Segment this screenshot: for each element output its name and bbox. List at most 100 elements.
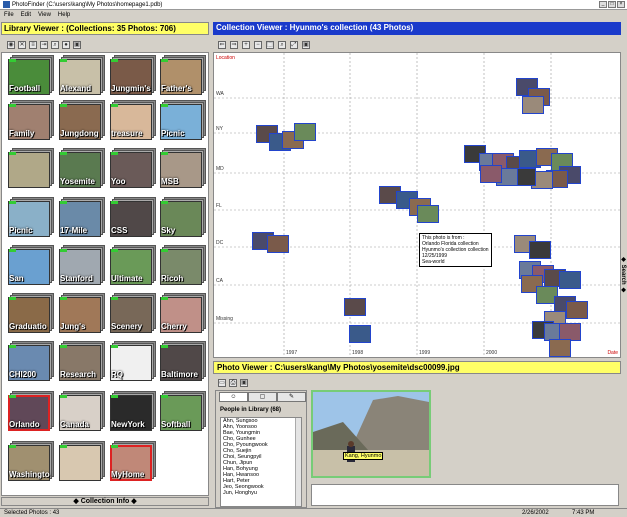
collection-tag [161, 395, 168, 398]
people-scrollbar[interactable] [295, 418, 301, 506]
magnify-icon[interactable]: ⌕ [278, 40, 286, 49]
zoom-out-icon[interactable]: − [254, 40, 262, 49]
collection-item[interactable]: MyHome [110, 441, 156, 482]
selected-count: Selected Photos : 43 [4, 510, 60, 516]
minimize-button[interactable]: _ [599, 1, 607, 8]
print-icon[interactable]: ⎙ [229, 378, 237, 387]
resize-icon[interactable]: ⤢ [290, 40, 298, 49]
tab-pages[interactable]: ▢ [248, 392, 277, 402]
window-icon[interactable]: ▣ [240, 378, 248, 387]
people-list[interactable]: Ahn, Sungsoo Ahn, Yoonsoo Bae, Youngmin Cho… [220, 417, 302, 507]
tab-tools[interactable]: ✎ [277, 392, 306, 402]
collection-scatter-plot[interactable]: Location Date WA NY MD FL DC CA Missing 1997 19… [213, 52, 621, 358]
zoom-in-icon[interactable]: + [242, 40, 250, 49]
person-list-item[interactable]: Jun, Honghyu [223, 490, 301, 496]
maximize-button[interactable]: □ [608, 1, 616, 8]
collection-item[interactable]: Orlando [8, 391, 54, 432]
search-tab[interactable]: ◆ Search ◆ [620, 230, 627, 320]
photo-tooltip: This photo is from : Orlando Florida col… [419, 233, 492, 267]
photo-thumbnail[interactable] [529, 241, 551, 259]
photo-thumbnail[interactable] [349, 325, 371, 343]
photo-thumbnail[interactable] [566, 301, 588, 319]
tooltip-line: Sea-world [422, 259, 445, 265]
collection-item[interactable]: Jung's [59, 293, 105, 334]
export-icon[interactable]: ⇥ [40, 40, 48, 49]
collection-item[interactable]: 17-Mile [59, 197, 105, 238]
collection-item[interactable]: Family [8, 100, 54, 141]
collection-label: Football [9, 84, 41, 93]
photo-thumbnail[interactable] [344, 298, 366, 316]
collection-item[interactable]: Father's [160, 55, 206, 96]
collection-item[interactable]: treasure [110, 100, 156, 141]
collection-item[interactable]: Sky [160, 197, 206, 238]
title-bar: PhotoFinder (C:\users\kang\My Photos\hom… [0, 0, 627, 10]
collection-item[interactable]: Canada [59, 391, 105, 432]
people-list-title: People in Library (68) [220, 407, 282, 413]
collection-item[interactable]: Stanford [59, 245, 105, 286]
tab-people[interactable]: ☺ [219, 392, 248, 402]
photo-thumbnail[interactable] [549, 339, 571, 357]
collection-item[interactable] [8, 148, 54, 189]
collection-thumbnail [8, 152, 50, 188]
search-icon[interactable]: ⌕ [51, 40, 59, 49]
collection-info-button[interactable]: ◆ Collection Info ◆ [1, 497, 209, 506]
menu-edit[interactable]: Edit [21, 12, 31, 18]
close-button[interactable]: × [617, 1, 625, 8]
collection-item[interactable]: Yosemite [59, 148, 105, 189]
collection-item[interactable]: San [8, 245, 54, 286]
photo-thumbnail[interactable] [480, 165, 502, 183]
collection-item[interactable]: Graduatio [8, 293, 54, 334]
collection-item[interactable]: NewYork [110, 391, 156, 432]
collection-tag [9, 345, 16, 348]
menu-help[interactable]: Help [58, 12, 70, 18]
collection-label: Softball [161, 420, 191, 429]
person-tag-label[interactable]: Kang, Hyunmo [343, 452, 384, 460]
collection-item[interactable]: Ultimate [110, 245, 156, 286]
collection-item[interactable]: Ricoh [160, 245, 206, 286]
collection-item[interactable]: CHI200 [8, 341, 54, 382]
open-folder-icon[interactable]: ▭ [218, 378, 226, 387]
binoculars-icon[interactable]: ◉ [7, 40, 15, 49]
delete-icon[interactable]: ✕ [18, 40, 26, 49]
collection-item[interactable]: Yoo [110, 148, 156, 189]
photo-thumbnail[interactable] [417, 205, 439, 223]
collection-item[interactable]: Football [8, 55, 54, 96]
photo-thumbnail[interactable] [522, 96, 544, 114]
menu-view[interactable]: View [38, 12, 51, 18]
collection-item[interactable]: Alexand [59, 55, 105, 96]
collection-item[interactable]: Research [59, 341, 105, 382]
photo-thumbnail[interactable] [294, 123, 316, 141]
photo-thumbnail[interactable] [267, 235, 289, 253]
collection-item[interactable]: CSS [110, 197, 156, 238]
collection-tag [60, 201, 67, 204]
collection-item[interactable]: Washingto [8, 441, 54, 482]
photo-display[interactable]: Kang, Hyunmo [311, 390, 431, 478]
collection-label: MSB [161, 177, 179, 186]
sort-icon[interactable]: ≡ [29, 40, 37, 49]
collection-item[interactable]: MSB [160, 148, 206, 189]
collection-item[interactable]: Picnic [160, 100, 206, 141]
collection-item[interactable]: Jungdong [59, 100, 105, 141]
caption-box[interactable] [311, 484, 619, 506]
collection-item[interactable]: Softball [160, 391, 206, 432]
collection-item[interactable]: Jungmin's [110, 55, 156, 96]
collection-item[interactable] [59, 441, 105, 482]
collection-item[interactable]: Picnic [8, 197, 54, 238]
select-icon[interactable]: ⬚ [266, 40, 274, 49]
collection-tag [60, 104, 67, 107]
collection-tag [111, 395, 118, 398]
collection-tag [161, 152, 168, 155]
menu-file[interactable]: File [4, 12, 14, 18]
back-arrow-icon[interactable]: ⇐ [218, 40, 226, 49]
collection-item[interactable]: RQ [110, 341, 156, 382]
collection-label: San [9, 274, 24, 283]
photo-thumbnail[interactable] [559, 271, 581, 289]
color-wheel-icon[interactable]: ● [62, 40, 70, 49]
collection-tag [60, 445, 67, 448]
collection-item[interactable]: Baltimore [160, 341, 206, 382]
forward-arrow-icon[interactable]: ⇒ [230, 40, 238, 49]
window-icon[interactable]: ▣ [302, 40, 310, 49]
collection-item[interactable]: Cherry [160, 293, 206, 334]
collection-item[interactable]: Scenery [110, 293, 156, 334]
window-icon[interactable]: ▣ [73, 40, 81, 49]
